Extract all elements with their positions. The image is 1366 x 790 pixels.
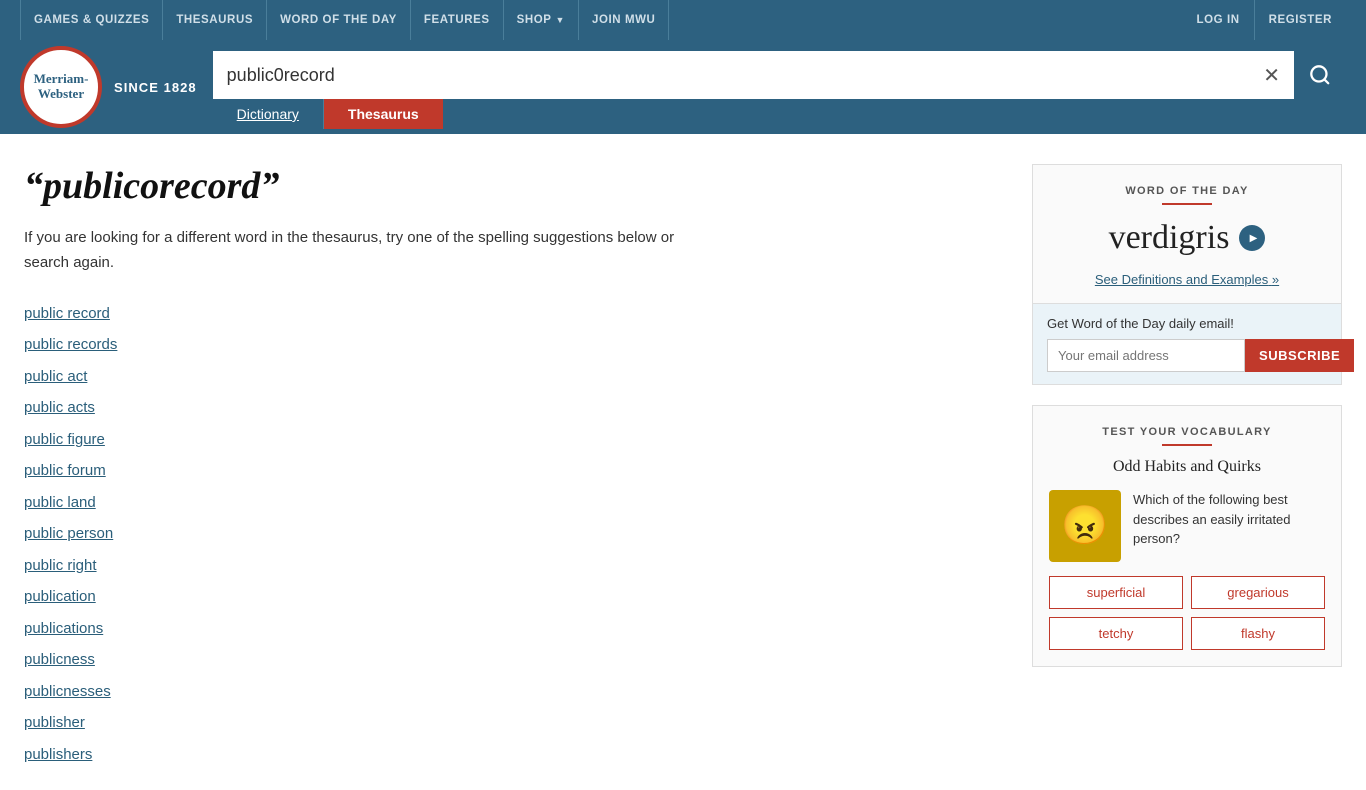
vocab-option-tetchy[interactable]: tetchy: [1049, 617, 1183, 650]
subscribe-button[interactable]: SUBSCRIBE: [1245, 339, 1354, 372]
top-nav: GAMES & QUIZZES THESAURUS WORD OF THE DA…: [0, 0, 1366, 40]
word-link-publisher[interactable]: publisher: [24, 707, 1004, 739]
wotd-sound-button[interactable]: ▶: [1239, 225, 1265, 251]
word-link-public-forum[interactable]: public forum: [24, 455, 1004, 487]
vocab-label: TEST YOUR VOCABULARY: [1049, 426, 1325, 438]
content-area: “publicorecord” If you are looking for a…: [24, 164, 1004, 770]
games-quizzes-link[interactable]: GAMES & QUIZZES: [20, 0, 163, 40]
vocab-options: superficial gregarious tetchy flashy: [1049, 576, 1325, 650]
features-nav-link[interactable]: FEATURES: [411, 0, 504, 40]
list-item: publisher: [24, 707, 1004, 739]
vocab-option-gregarious[interactable]: gregarious: [1191, 576, 1325, 609]
search-submit-button[interactable]: [1294, 51, 1346, 99]
wotd-email-label: Get Word of the Day daily email!: [1047, 316, 1327, 331]
list-item: public records: [24, 329, 1004, 361]
top-nav-links: GAMES & QUIZZES THESAURUS WORD OF THE DA…: [20, 0, 669, 40]
word-link-public-record[interactable]: public record: [24, 298, 1004, 330]
email-row: SUBSCRIBE: [1047, 339, 1327, 372]
vocab-option-superficial[interactable]: superficial: [1049, 576, 1183, 609]
list-item: publicness: [24, 644, 1004, 676]
word-link-public-records[interactable]: public records: [24, 329, 1004, 361]
logo-wrap: Merriam- Webster SINCE 1828: [20, 46, 197, 134]
word-link-publicnesses[interactable]: publicnesses: [24, 676, 1004, 708]
search-area: ✕ Dictionary Thesaurus: [213, 51, 1346, 129]
word-link-publicness[interactable]: publicness: [24, 644, 1004, 676]
list-item: public right: [24, 550, 1004, 582]
logo-text: Merriam- Webster: [30, 68, 93, 106]
vocab-question: Which of the following best describes an…: [1133, 490, 1325, 549]
main-container: “publicorecord” If you are looking for a…: [0, 134, 1366, 790]
register-link[interactable]: REGISTER: [1254, 0, 1346, 40]
list-item: public acts: [24, 392, 1004, 424]
list-item: publicnesses: [24, 676, 1004, 708]
vocab-option-flashy[interactable]: flashy: [1191, 617, 1325, 650]
vocab-divider: [1162, 444, 1212, 446]
vocab-box: TEST YOUR VOCABULARY Odd Habits and Quir…: [1032, 405, 1342, 667]
word-link-public-land[interactable]: public land: [24, 487, 1004, 519]
list-item: public forum: [24, 455, 1004, 487]
vocab-image: 😠: [1049, 490, 1121, 562]
vocab-title: Odd Habits and Quirks: [1049, 458, 1325, 476]
search-bar: ✕: [213, 51, 1346, 99]
tab-thesaurus[interactable]: Thesaurus: [324, 99, 443, 129]
list-item: publication: [24, 581, 1004, 613]
word-link-publishers[interactable]: publishers: [24, 739, 1004, 771]
word-suggestion-list: public record public records public act …: [24, 298, 1004, 771]
word-link-publications[interactable]: publications: [24, 613, 1004, 645]
sidebar: WORD OF THE DAY verdigris ▶ See Definiti…: [1032, 164, 1342, 770]
list-item: public act: [24, 361, 1004, 393]
sound-icon: ▶: [1250, 233, 1258, 244]
wotd-definition-link-row: See Definitions and Examples »: [1049, 271, 1325, 289]
wotd-inner: WORD OF THE DAY verdigris ▶ See Definiti…: [1033, 165, 1341, 303]
logo-circle[interactable]: Merriam- Webster: [20, 46, 102, 128]
search-input[interactable]: [213, 51, 1250, 99]
page-title: “publicorecord”: [24, 164, 1004, 208]
login-link[interactable]: LOG IN: [1183, 0, 1254, 40]
list-item: publishers: [24, 739, 1004, 771]
wotd-divider: [1162, 203, 1212, 205]
since-label: SINCE 1828: [114, 80, 197, 95]
wotd-definition-link[interactable]: See Definitions and Examples »: [1095, 272, 1279, 287]
search-icon: [1309, 64, 1331, 86]
list-item: public figure: [24, 424, 1004, 456]
wotd-email-section: Get Word of the Day daily email! SUBSCRI…: [1033, 303, 1341, 384]
search-clear-button[interactable]: ✕: [1249, 63, 1294, 88]
list-item: publications: [24, 613, 1004, 645]
join-mwu-link[interactable]: JOIN MWU: [579, 0, 669, 40]
top-nav-auth: LOG IN REGISTER: [1183, 0, 1346, 40]
suggestion-text: If you are looking for a different word …: [24, 226, 704, 276]
search-tabs: Dictionary Thesaurus: [213, 99, 1346, 129]
wotd-label: WORD OF THE DAY: [1049, 185, 1325, 197]
tab-dictionary[interactable]: Dictionary: [213, 99, 324, 129]
shop-nav-link[interactable]: SHOP▼: [504, 0, 579, 40]
list-item: public land: [24, 487, 1004, 519]
thesaurus-nav-link[interactable]: THESAURUS: [163, 0, 267, 40]
word-link-public-act[interactable]: public act: [24, 361, 1004, 393]
list-item: public record: [24, 298, 1004, 330]
list-item: public person: [24, 518, 1004, 550]
word-link-public-right[interactable]: public right: [24, 550, 1004, 582]
vocab-image-row: 😠 Which of the following best describes …: [1049, 490, 1325, 562]
word-of-the-day-nav-link[interactable]: WORD OF THE DAY: [267, 0, 411, 40]
word-link-public-person[interactable]: public person: [24, 518, 1004, 550]
wotd-box: WORD OF THE DAY verdigris ▶ See Definiti…: [1032, 164, 1342, 385]
wotd-word: verdigris: [1109, 219, 1230, 257]
word-link-public-acts[interactable]: public acts: [24, 392, 1004, 424]
wotd-word-row: verdigris ▶: [1049, 219, 1325, 257]
site-header: Merriam- Webster SINCE 1828 ✕ Dictionary…: [0, 40, 1366, 134]
email-input[interactable]: [1047, 339, 1245, 372]
word-link-publication[interactable]: publication: [24, 581, 1004, 613]
word-link-public-figure[interactable]: public figure: [24, 424, 1004, 456]
